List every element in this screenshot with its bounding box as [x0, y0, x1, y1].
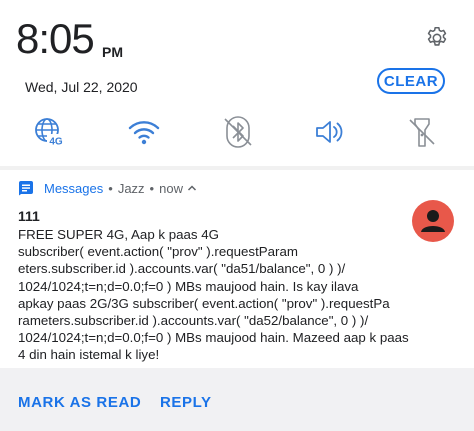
body-line: eters.subscriber.id ).accounts.var( "da5…	[18, 261, 346, 277]
globe-4g-icon: 4G	[35, 118, 65, 148]
bluetooth-off-icon	[224, 116, 252, 148]
contact-avatar-icon	[412, 200, 454, 242]
notification-body: FREE SUPER 4G, Aap k paas 4G subscriber(…	[18, 226, 409, 364]
messages-app-icon	[19, 181, 33, 196]
clear-all-button[interactable]: CLEAR	[377, 68, 445, 94]
notification-actions: MARK AS READ REPLY	[0, 368, 474, 431]
qs-wifi[interactable]	[126, 114, 162, 150]
body-line: 1024/1024;t=n;d=0.0;f=0 ) MBs maujood ha…	[18, 278, 359, 294]
clock-ampm: PM	[102, 44, 123, 60]
notification-sender: 111	[18, 208, 40, 224]
body-line: FREE SUPER 4G, Aap k paas 4G	[18, 227, 220, 242]
message-notification[interactable]: Messages • Jazz • now 111 FREE SUPER 4G,…	[0, 170, 474, 368]
qs-mobile-data-4g[interactable]: 4G	[30, 114, 66, 150]
header-separator: •	[108, 180, 113, 196]
body-line: apkay paas 2G/3G subscriber( event.actio…	[18, 295, 390, 311]
notification-time: now	[159, 180, 183, 196]
body-line: 1024/1024;t=n;d=0.0;f=0 ) MBs maujood ha…	[18, 330, 409, 346]
clock-time: 8:05	[16, 15, 95, 62]
body-line: rameters.subscriber.id ).accounts.var( "…	[18, 313, 369, 329]
notification-source: Jazz	[117, 180, 145, 196]
body-line: subscriber( event.action( "prov" ).reque…	[18, 244, 298, 260]
date-label[interactable]: Wed, Jul 22, 2020	[25, 79, 138, 95]
speaker-icon	[316, 121, 343, 143]
qs-bluetooth[interactable]	[220, 114, 256, 150]
header-separator: •	[149, 180, 155, 196]
wifi-icon	[128, 121, 160, 145]
body-line: 4 din hain istemal k liye!	[18, 347, 160, 363]
chevron-up-icon[interactable]	[187, 183, 197, 193]
reply-button[interactable]: REPLY	[160, 394, 212, 411]
settings-gear-icon[interactable]	[424, 25, 450, 51]
notification-app-name: Messages	[44, 180, 104, 196]
qs-flashlight[interactable]	[404, 114, 440, 150]
mark-as-read-button[interactable]: MARK AS READ	[18, 394, 141, 411]
svg-text:4G: 4G	[49, 137, 63, 148]
notification-header[interactable]: Messages • Jazz • now	[18, 180, 197, 196]
qs-sound[interactable]	[312, 114, 348, 150]
flashlight-off-icon	[409, 118, 435, 147]
